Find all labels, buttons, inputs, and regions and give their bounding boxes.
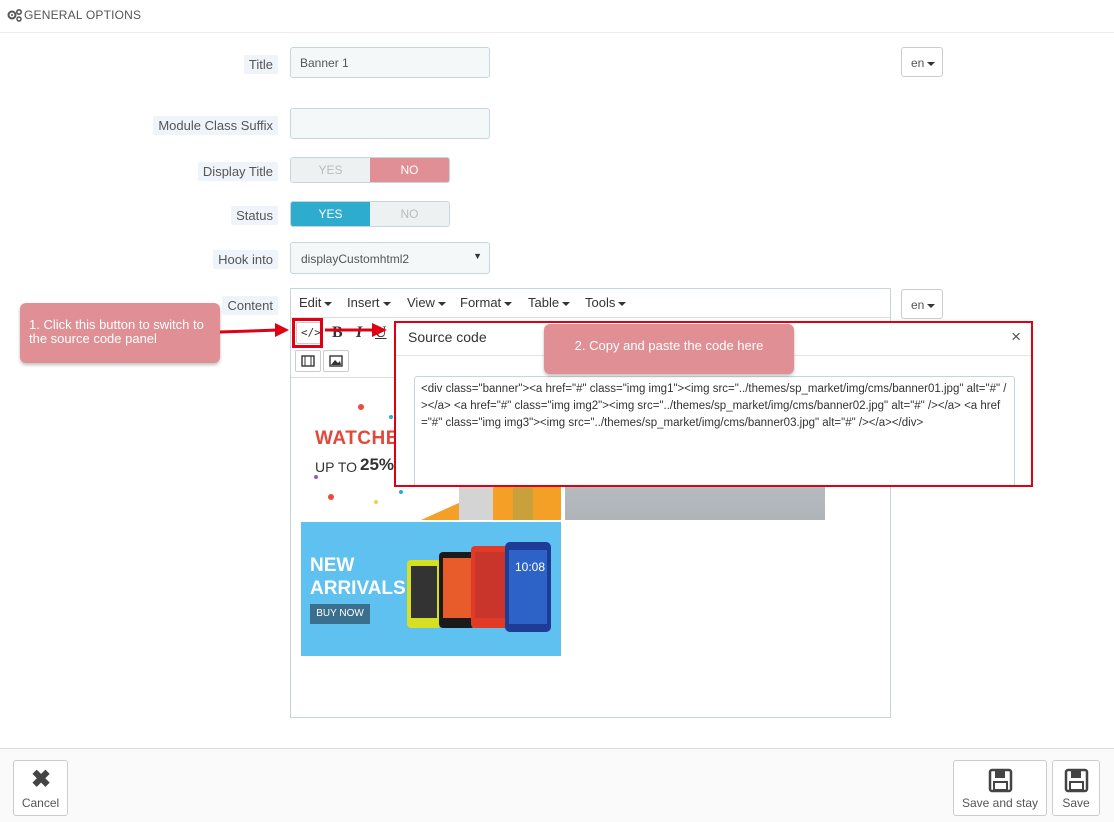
buy-now-button: BUY NOW [310, 604, 370, 624]
title-language-button[interactable]: en [901, 47, 943, 77]
step2-text: 2. Copy and paste the code here [574, 338, 764, 353]
media-button[interactable] [295, 350, 321, 372]
arrow-line-1 [219, 328, 280, 334]
watches-banner-title: WATCHE [315, 428, 399, 449]
arrow-head-1 [275, 323, 289, 337]
display-title-label: Display Title [197, 162, 278, 181]
phone-clock: 10:08 [515, 560, 546, 574]
menu-view[interactable]: View [407, 295, 446, 310]
new-arrivals-line2: ARRIVALS [310, 578, 406, 599]
status-yes-option[interactable]: YES [291, 202, 370, 226]
close-x-icon: ✖ [31, 766, 52, 793]
floppy-disk-icon [988, 768, 1013, 793]
title-label-wrap: Title [0, 55, 278, 77]
panel-title: GENERAL OPTIONS [24, 8, 142, 22]
cancel-label: Cancel [21, 796, 60, 810]
menu-edit[interactable]: Edit [299, 295, 333, 310]
image-icon [329, 355, 343, 367]
status-label-wrap: Status [0, 206, 278, 228]
status-toggle[interactable]: YES NO [290, 201, 450, 227]
floppy-disk-icon [1064, 768, 1089, 793]
suffix-input[interactable] [290, 108, 490, 139]
panel-footer: ✖ Cancel Save and stay Save [0, 748, 1114, 822]
banner-new-arrivals-image[interactable]: NEW ARRIVALS BUY NOW 10:08 [301, 522, 561, 656]
content-language-button[interactable]: en [901, 289, 943, 319]
display-title-no-option[interactable]: NO [370, 158, 449, 182]
select-arrow-icon: ▼ [473, 251, 482, 261]
image-button[interactable] [323, 350, 349, 372]
annotation-arrows [219, 323, 387, 337]
display-title-toggle[interactable]: YES NO [290, 157, 450, 183]
editor-menubar: Edit Insert View Format Table Tools [291, 289, 890, 318]
display-title-yes-option[interactable]: YES [291, 158, 370, 182]
close-icon[interactable]: × [1011, 327, 1021, 347]
title-input-value: Banner 1 [300, 56, 349, 70]
new-arrivals-line1: NEW [310, 555, 355, 576]
panel-header: GENERAL OPTIONS [0, 0, 1114, 33]
menu-table[interactable]: Table [528, 295, 571, 310]
suffix-label-wrap: Module Class Suffix [0, 116, 278, 138]
hook-select-value: displayCustomhtml2 [301, 252, 410, 266]
save-and-stay-label: Save and stay [961, 796, 1039, 810]
cogs-icon [7, 8, 23, 22]
step2-callout: 2. Copy and paste the code here [544, 324, 794, 374]
display-title-label-wrap: Display Title [0, 162, 278, 184]
hook-select[interactable]: displayCustomhtml2 ▼ [290, 242, 490, 274]
menu-tools[interactable]: Tools [585, 295, 627, 310]
film-icon [301, 355, 315, 367]
caret-down-icon [927, 303, 936, 308]
step1-text: 1. Click this button to switch to the so… [29, 317, 204, 346]
content-label: Content [222, 296, 278, 315]
step1-callout: 1. Click this button to switch to the so… [20, 303, 220, 363]
cancel-button[interactable]: ✖ Cancel [13, 760, 68, 816]
hook-label: Hook into [213, 250, 278, 269]
status-no-option[interactable]: NO [370, 202, 449, 226]
save-button[interactable]: Save [1052, 760, 1100, 816]
menu-insert[interactable]: Insert [347, 295, 391, 310]
phones-artwork [407, 542, 551, 632]
source-code-textarea[interactable]: <div class="banner"><a href="#" class="i… [414, 376, 1015, 485]
title-label: Title [243, 55, 278, 74]
dialog-title: Source code [408, 329, 487, 345]
watches-banner-percent: 25% [360, 455, 395, 474]
menu-format[interactable]: Format [460, 295, 513, 310]
content-language-label: en [911, 298, 925, 312]
watches-banner-prefix: UP TO [315, 459, 358, 475]
save-label: Save [1062, 796, 1090, 810]
arrow-head-2 [372, 323, 387, 337]
title-input[interactable]: Banner 1 [290, 47, 490, 78]
hook-label-wrap: Hook into [0, 250, 278, 272]
status-label: Status [231, 206, 278, 225]
title-language-label: en [911, 56, 925, 70]
save-and-stay-button[interactable]: Save and stay [953, 760, 1047, 816]
suffix-label: Module Class Suffix [153, 116, 278, 135]
caret-down-icon [927, 61, 936, 66]
